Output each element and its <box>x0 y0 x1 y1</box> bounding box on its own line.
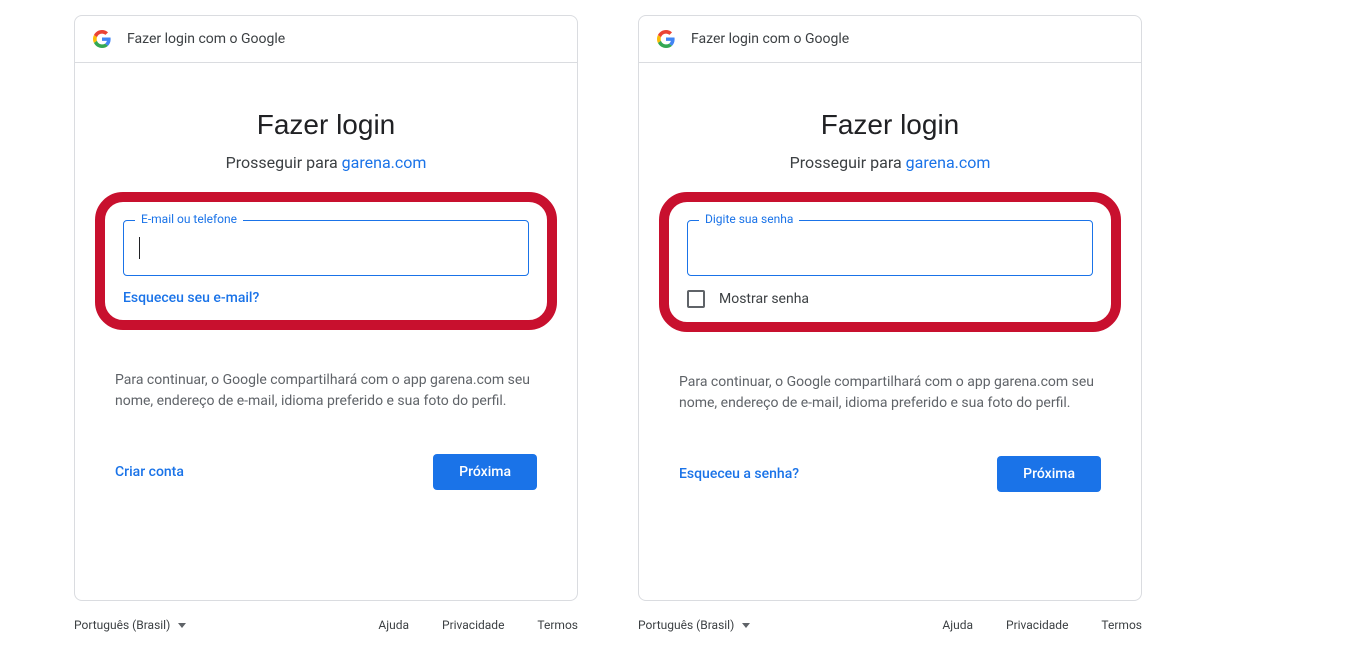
help-link[interactable]: Ajuda <box>378 618 409 632</box>
panel-content: Fazer login Prosseguir para garena.com D… <box>639 63 1141 516</box>
page-title: Fazer login <box>679 109 1101 141</box>
app-link[interactable]: garena.com <box>342 153 427 172</box>
chevron-down-icon <box>178 623 186 628</box>
language-selector[interactable]: Português (Brasil) <box>74 618 186 632</box>
show-password-checkbox[interactable] <box>687 290 705 308</box>
footer-links: Ajuda Privacidade Termos <box>348 618 578 632</box>
next-button[interactable]: Próxima <box>997 456 1101 492</box>
subtitle: Prosseguir para garena.com <box>115 153 537 172</box>
language-label: Português (Brasil) <box>638 618 734 632</box>
footer-links: Ajuda Privacidade Termos <box>912 618 1142 632</box>
google-logo-icon <box>93 30 111 48</box>
footer: Português (Brasil) Ajuda Privacidade Ter… <box>74 618 578 632</box>
forgot-password-link[interactable]: Esqueceu a senha? <box>679 466 799 482</box>
password-input[interactable] <box>687 220 1093 276</box>
subtitle: Prosseguir para garena.com <box>679 153 1101 172</box>
email-field-label: E-mail ou telefone <box>135 212 243 226</box>
help-link[interactable]: Ajuda <box>942 618 973 632</box>
action-row: Criar conta Próxima <box>115 454 537 490</box>
language-selector[interactable]: Português (Brasil) <box>638 618 750 632</box>
privacy-link[interactable]: Privacidade <box>442 618 504 632</box>
page-title: Fazer login <box>115 109 537 141</box>
highlight-annotation: E-mail ou telefone Esqueceu seu e-mail? <box>95 192 557 330</box>
subtitle-prefix: Prosseguir para <box>790 153 906 172</box>
password-field-wrap: Digite sua senha <box>687 220 1093 276</box>
disclosure-text: Para continuar, o Google compartilhará c… <box>115 370 537 412</box>
text-caret <box>139 237 140 259</box>
panel-content: Fazer login Prosseguir para garena.com E… <box>75 63 577 514</box>
email-input[interactable] <box>123 220 529 276</box>
privacy-link[interactable]: Privacidade <box>1006 618 1068 632</box>
panel-header: Fazer login com o Google <box>75 16 577 63</box>
forgot-email-link[interactable]: Esqueceu seu e-mail? <box>123 290 259 306</box>
header-label: Fazer login com o Google <box>691 31 849 47</box>
google-logo-icon <box>657 30 675 48</box>
signin-panel-email: Fazer login com o Google Fazer login Pro… <box>74 15 578 601</box>
disclosure-text: Para continuar, o Google compartilhará c… <box>679 372 1101 414</box>
language-label: Português (Brasil) <box>74 618 170 632</box>
app-link[interactable]: garena.com <box>906 153 991 172</box>
terms-link[interactable]: Termos <box>537 618 578 632</box>
next-button[interactable]: Próxima <box>433 454 537 490</box>
password-field-label: Digite sua senha <box>699 212 799 226</box>
subtitle-prefix: Prosseguir para <box>226 153 342 172</box>
terms-link[interactable]: Termos <box>1101 618 1142 632</box>
footer: Português (Brasil) Ajuda Privacidade Ter… <box>638 618 1142 632</box>
show-password-label: Mostrar senha <box>719 291 809 307</box>
email-field-wrap: E-mail ou telefone <box>123 220 529 276</box>
panel-header: Fazer login com o Google <box>639 16 1141 63</box>
show-password-row: Mostrar senha <box>687 290 1093 308</box>
signin-panel-password: Fazer login com o Google Fazer login Pro… <box>638 15 1142 601</box>
create-account-link[interactable]: Criar conta <box>115 464 184 480</box>
chevron-down-icon <box>742 623 750 628</box>
action-row: Esqueceu a senha? Próxima <box>679 456 1101 492</box>
header-label: Fazer login com o Google <box>127 31 285 47</box>
highlight-annotation: Digite sua senha Mostrar senha <box>659 192 1121 332</box>
